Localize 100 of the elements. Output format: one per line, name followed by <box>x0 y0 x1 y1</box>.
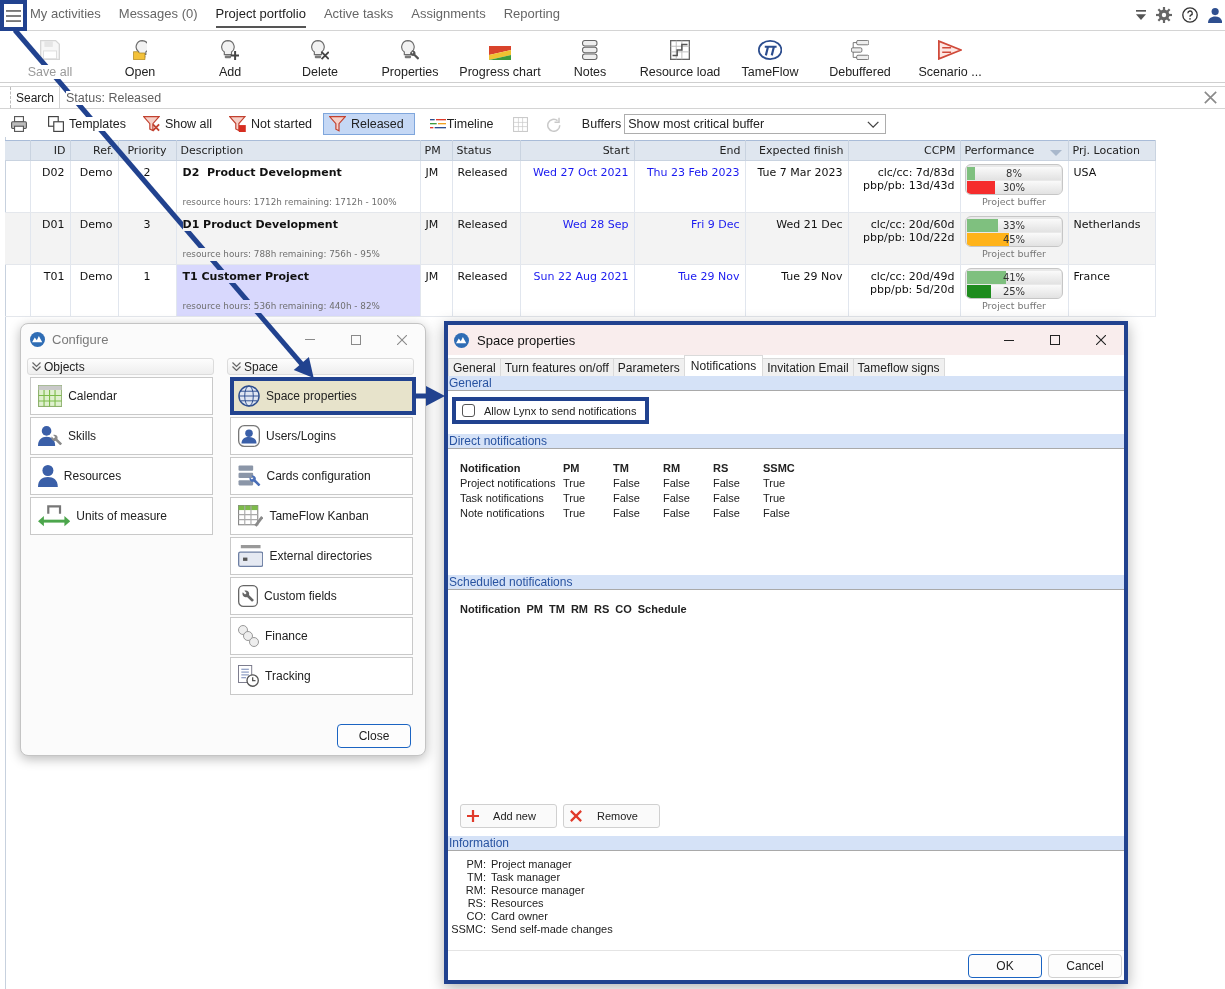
config-item[interactable]: Custom fields <box>230 577 413 615</box>
column-header: PM <box>563 460 613 475</box>
pennant-icon <box>937 40 963 60</box>
table-cell: Released <box>452 212 520 265</box>
calendar-icon <box>38 385 63 407</box>
nav-tab[interactable]: Active tasks <box>323 0 394 28</box>
config-item[interactable]: Cards configuration <box>230 457 413 495</box>
chevron-down-icon <box>866 120 880 128</box>
dialog-button[interactable]: Cancel <box>1048 953 1122 978</box>
column-header[interactable]: Priority <box>118 140 176 161</box>
table-cell: T01 <box>30 264 70 317</box>
table-cell: False <box>713 505 763 520</box>
column-header[interactable]: Description <box>176 140 420 161</box>
table-cell: False <box>613 490 663 505</box>
nav-tab[interactable]: Reporting <box>503 0 561 28</box>
checkbox[interactable] <box>462 404 475 417</box>
settings-icon[interactable] <box>1155 7 1172 23</box>
toolbar-button[interactable]: Add <box>185 31 275 82</box>
table-cell: clc/cc: 7d/83d pbp/pb: 13d/43d <box>848 160 960 213</box>
toolbar-button[interactable]: Properties <box>365 31 455 82</box>
column-header[interactable]: Start <box>520 140 634 161</box>
config-item[interactable]: Calendar <box>30 377 213 415</box>
window-title: Space properties <box>477 332 576 348</box>
config-item[interactable]: Finance <box>230 617 413 655</box>
column-header: RM <box>663 460 713 475</box>
column-header[interactable]: PM <box>420 140 452 161</box>
checkbox-option[interactable]: Allow Lynx to send notifications <box>452 397 650 424</box>
cross-icon <box>570 810 582 822</box>
toolbar-button[interactable]: TameFlow <box>725 31 815 82</box>
project-title: D2 Product Development <box>182 166 342 179</box>
definition: Card owner <box>491 910 549 923</box>
table-cell: 3 <box>118 212 176 265</box>
column-header[interactable]: Ref. <box>70 140 118 161</box>
add-button[interactable]: Add new <box>460 804 557 828</box>
column-header[interactable]: Expected finish <box>745 140 848 161</box>
column-header[interactable]: CCPM <box>848 140 960 161</box>
column-header[interactable]: End <box>634 140 745 161</box>
card-icon <box>238 545 264 567</box>
nav-tab[interactable]: Project portfolio <box>215 0 306 28</box>
dialog-tab[interactable]: Turn features on/off <box>499 358 614 376</box>
filter-button[interactable]: Templates <box>42 113 132 135</box>
config-item[interactable]: External directories <box>230 537 413 575</box>
column-header[interactable]: Status <box>452 140 520 161</box>
table-cell: 2 <box>118 160 176 213</box>
meter-caption: Project buffer <box>982 196 1046 208</box>
dialog-tab[interactable]: Tameflow signs <box>852 358 945 376</box>
document-clock-icon <box>238 665 260 687</box>
filter-button[interactable]: Show all <box>137 113 219 135</box>
dialog-tab[interactable]: General <box>448 358 501 376</box>
toolbar-button[interactable]: Delete <box>275 31 365 82</box>
user-icon[interactable] <box>1207 7 1222 23</box>
config-item[interactable]: Tracking <box>230 657 413 695</box>
description-cell[interactable]: D1 Product Development resource hours: 788h remaining: 756h - 95% <box>176 212 420 265</box>
table-cell: False <box>663 490 713 505</box>
menu-icon <box>5 9 22 22</box>
table-row[interactable]: D02 Demo 2 D2 Product Development resource hours: 1712h remaining: 1712h - 100% JM Released Wed 27 Oct 2021 Thu 23 Feb 2023 Tue 7 Mar 2023 clc/cc: 7d/83d pbp/pb: 13d/43d 8% 30% Project buffer USA <box>5 160 1155 213</box>
toolbar-button[interactable]: Scenario ... <box>905 31 995 82</box>
dialog-tab[interactable]: Invitation Email <box>762 358 854 376</box>
table-cell: JM <box>420 264 452 317</box>
group-header[interactable]: Space <box>227 358 414 375</box>
group-title: Objects <box>44 359 85 374</box>
config-item[interactable]: Users/Logins <box>230 417 413 455</box>
filter-button[interactable]: Not started <box>223 113 319 135</box>
group-header[interactable]: Objects <box>27 358 214 375</box>
toolbar-button[interactable]: Open <box>95 31 185 82</box>
close-icon <box>1096 335 1106 345</box>
table-cell: True <box>563 490 613 505</box>
caret-bar-icon[interactable] <box>1135 10 1146 20</box>
column-header: RM <box>570 601 594 616</box>
nav-tab[interactable]: Messages (0) <box>118 0 198 28</box>
toolbar-button[interactable]: Notes <box>545 31 635 82</box>
grid-chart-icon <box>670 40 690 60</box>
description-cell[interactable]: T1 Customer Project resource hours: 536h remaining: 440h - 82% <box>176 264 420 317</box>
dialog-button[interactable]: OK <box>968 953 1042 978</box>
search-tab[interactable]: Search <box>10 87 61 108</box>
dialog-button[interactable]: Close <box>337 724 411 748</box>
description-cell[interactable]: D2 Product Development resource hours: 1712h remaining: 1712h - 100% <box>176 160 420 213</box>
toolbar-button[interactable]: Resource load <box>635 31 725 82</box>
toolbar-button[interactable]: Debuffered <box>815 31 905 82</box>
buffers-dropdown[interactable]: Show most critical buffer <box>624 114 887 134</box>
logo-icon <box>757 40 783 60</box>
menu-button[interactable] <box>0 0 27 31</box>
column-header[interactable]: Performance <box>960 140 1068 161</box>
config-item[interactable]: TameFlow Kanban <box>230 497 413 535</box>
view-button[interactable]: Timeline <box>425 113 498 135</box>
dialog-tab[interactable]: Parameters <box>612 358 685 376</box>
project-details: resource hours: 1712h remaining: 1712h - 100% <box>182 196 397 209</box>
column-header[interactable]: ID <box>30 140 70 161</box>
config-item[interactable]: Skills <box>30 417 213 455</box>
filter-button[interactable]: Released <box>323 113 415 135</box>
column-header[interactable]: Prj. Location <box>1068 140 1155 161</box>
nav-tab[interactable]: Assignments <box>411 0 486 28</box>
toolbar-button[interactable]: Progress chart <box>455 31 545 82</box>
nav-tab[interactable]: My activities <box>30 0 101 28</box>
config-item[interactable]: Space properties <box>230 377 416 415</box>
config-item[interactable]: Resources <box>30 457 213 495</box>
config-item[interactable]: Units of measure <box>30 497 213 535</box>
abbreviation: CO: <box>466 910 486 923</box>
remove-button[interactable]: Remove <box>563 804 660 828</box>
help-icon[interactable] <box>1181 7 1198 23</box>
